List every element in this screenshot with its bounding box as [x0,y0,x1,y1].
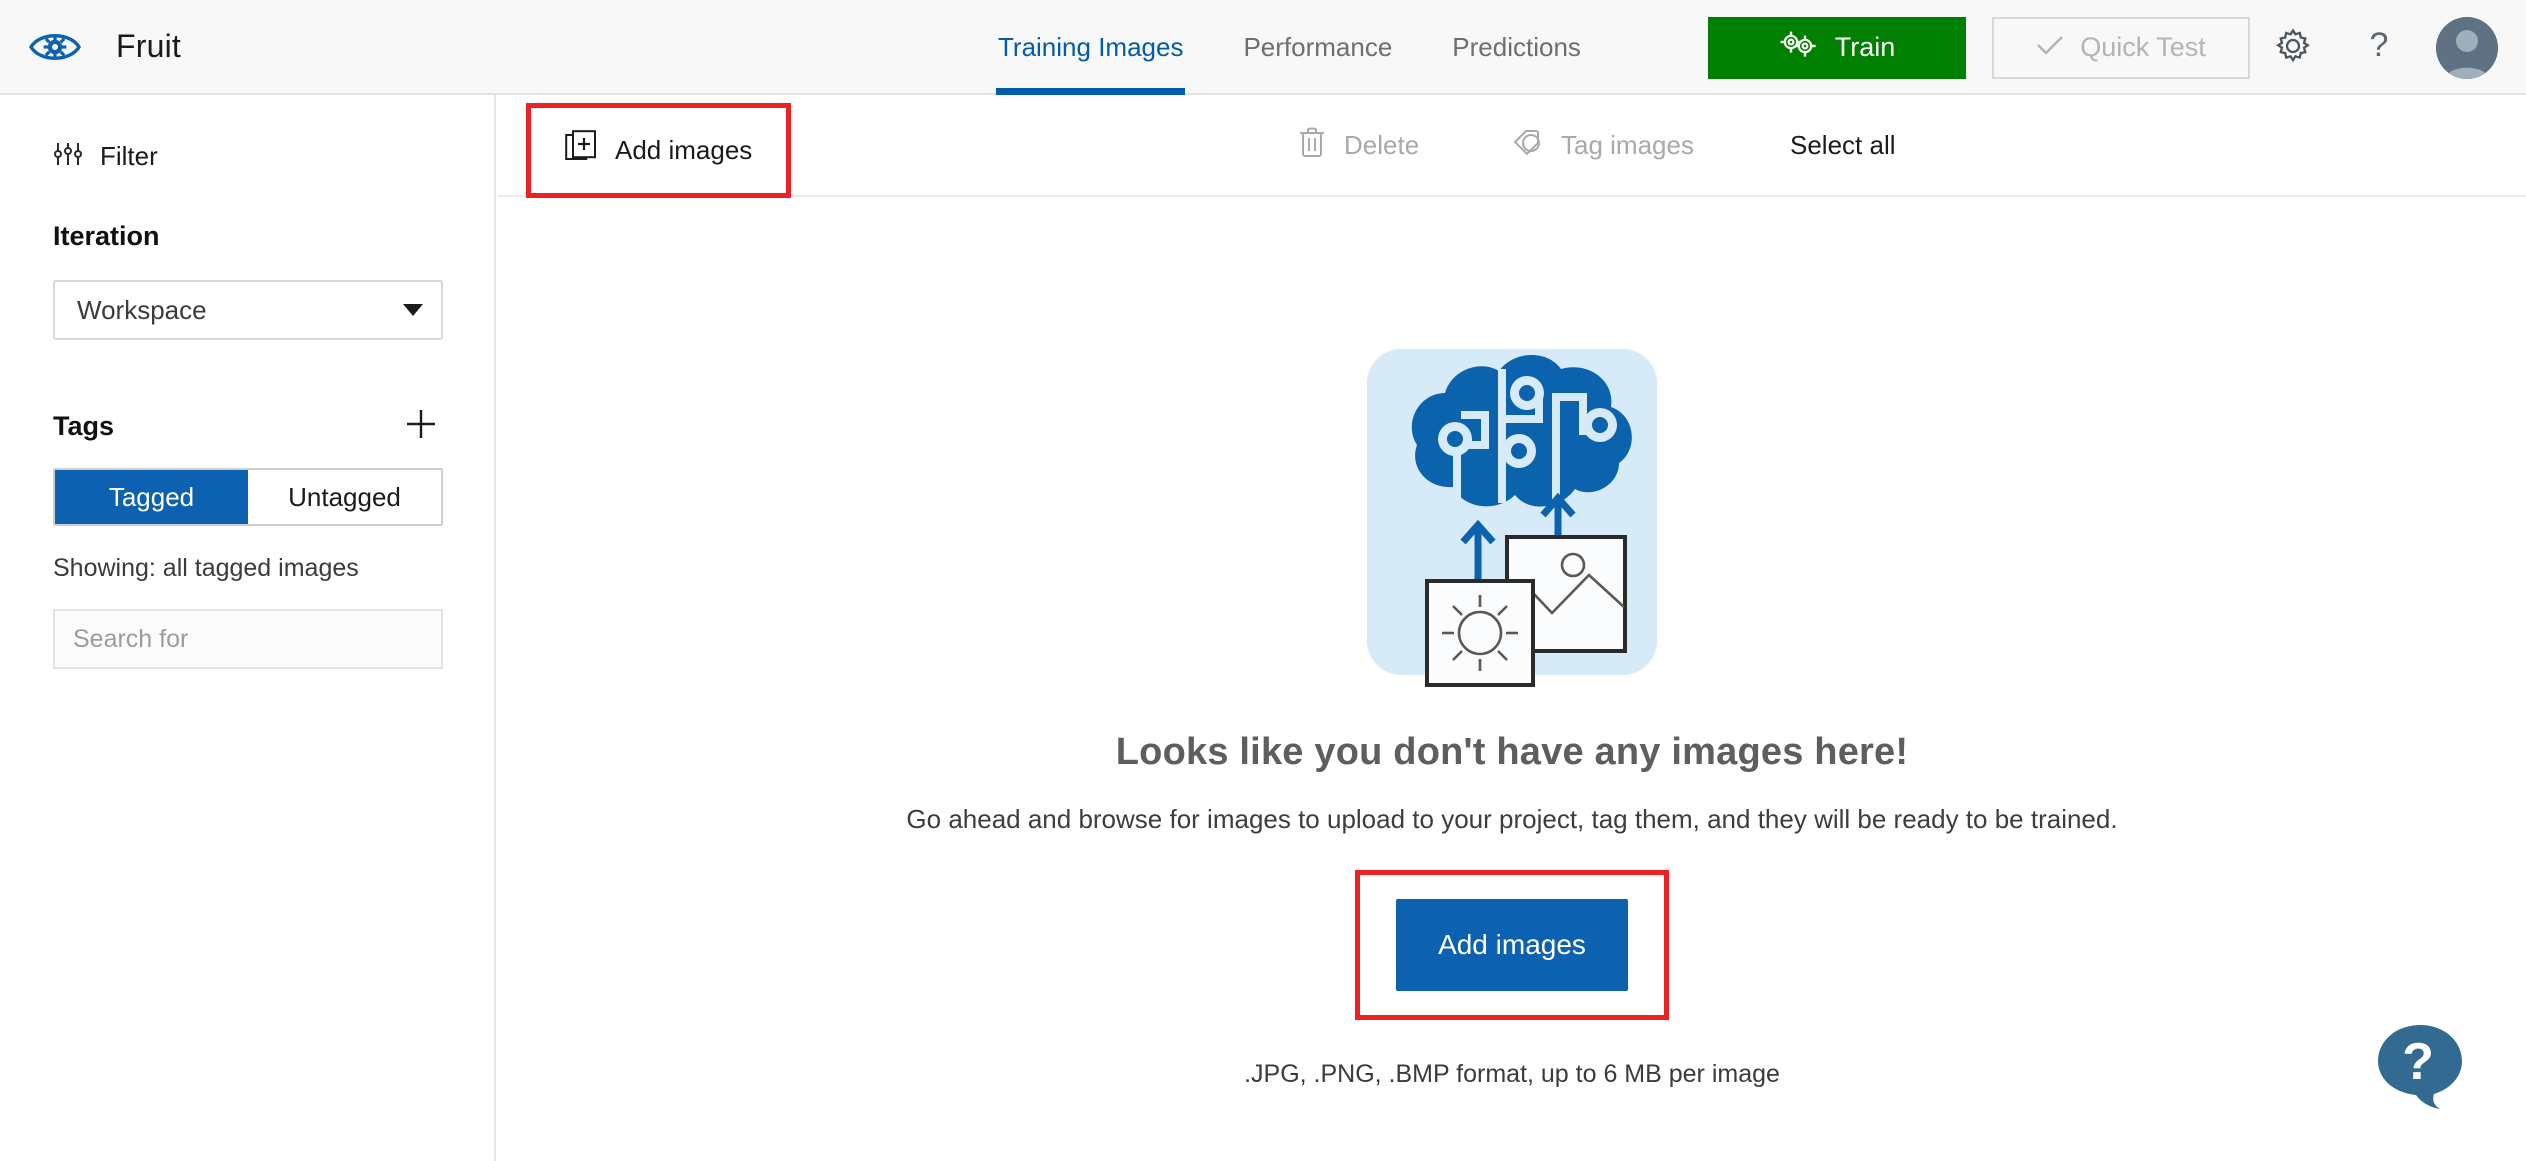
filter-label: Filter [100,141,158,171]
showing-status-text: Showing: all tagged images [53,554,359,582]
sliders-icon [53,140,83,173]
tag-icon [1511,126,1543,165]
quick-test-label: Quick Test [2080,32,2206,62]
add-images-annotation-box: Add images [526,103,792,198]
filter-button[interactable]: Filter [53,140,441,173]
tab-training-images[interactable]: Training Images [968,0,1213,95]
add-images-primary-annotation-box: Add images [1355,870,1669,1020]
trash-icon [1298,126,1326,165]
add-tag-button[interactable] [399,404,443,448]
page-title: Fruit [116,28,181,64]
tab-label: Performance [1243,32,1393,62]
toolbar-delete-button[interactable]: Delete [1298,126,1419,165]
toolbar-select-all-label: Select all [1790,129,1896,160]
chevron-down-icon [403,304,423,316]
sidebar: Filter Iteration Workspace Tags Tagged U… [0,95,496,1161]
tab-predictions[interactable]: Predictions [1422,0,1611,95]
avatar[interactable] [2436,16,2498,79]
train-button[interactable]: Train [1708,16,1966,79]
tags-header: Tags [53,404,443,448]
tags-filter-toggle: Tagged Untagged [53,468,443,526]
tab-label: Predictions [1452,32,1581,62]
header-actions: Train Quick Test ? [1708,0,2504,95]
brand[interactable]: Fruit [0,0,181,93]
iteration-selected-value: Workspace [77,294,207,325]
tags-heading: Tags [53,410,115,441]
toolbar-tag-images-label: Tag images [1561,129,1694,160]
svg-text:?: ? [2402,1033,2434,1091]
toggle-label: Tagged [108,481,195,512]
quick-test-button[interactable]: Quick Test [1992,16,2250,79]
custom-vision-app: Fruit Training Images Performance Predic… [0,0,2526,1161]
train-button-label: Train [1834,32,1896,62]
main-tabs: Training Images Performance Predictions [968,0,1611,95]
add-images-icon [565,130,597,171]
gear-icon [2274,27,2312,68]
tab-performance[interactable]: Performance [1213,0,1422,95]
plus-icon [404,407,438,446]
tab-label: Training Images [998,32,1184,62]
empty-state-subtitle: Go ahead and browse for images to upload… [906,804,2118,834]
toolbar-select-all-button[interactable]: Select all [1790,130,1896,161]
toggle-tagged[interactable]: Tagged [55,470,248,524]
toggle-label: Untagged [288,481,401,512]
toggle-untagged[interactable]: Untagged [248,470,441,524]
check-icon [2036,32,2064,63]
tag-search-box[interactable] [53,609,443,669]
add-images-primary-button[interactable]: Add images [1396,899,1628,991]
help-button[interactable]: ? [2336,5,2422,91]
iteration-heading: Iteration [53,221,160,251]
toolbar-delete-label: Delete [1344,129,1420,160]
question-mark-icon: ? [2362,25,2396,70]
iteration-select[interactable]: Workspace [53,280,443,340]
toolbar-add-images-label: Add images [615,135,753,165]
empty-state-title: Looks like you don't have any images her… [1115,731,1909,773]
format-note: .JPG, .PNG, .BMP format, up to 6 MB per … [1244,1060,1780,1088]
toolbar-tag-images-button[interactable]: Tag images [1511,126,1694,165]
search-input[interactable] [73,624,423,654]
empty-state: Looks like you don't have any images her… [498,197,2526,1161]
svg-text:?: ? [2370,26,2389,64]
gears-icon [1779,29,1817,66]
toolbar-add-images-button[interactable]: Add images [565,130,752,171]
eye-gear-logo-icon [28,20,82,74]
add-images-primary-label: Add images [1438,929,1586,960]
help-chat-bubble-icon[interactable]: ? [2372,1017,2468,1113]
images-toolbar: Add images Delete Tag images Select all [498,95,2526,198]
top-header: Fruit Training Images Performance Predic… [0,0,2526,95]
settings-button[interactable] [2250,5,2336,91]
brain-cloud-images-illustration [1347,327,1677,697]
